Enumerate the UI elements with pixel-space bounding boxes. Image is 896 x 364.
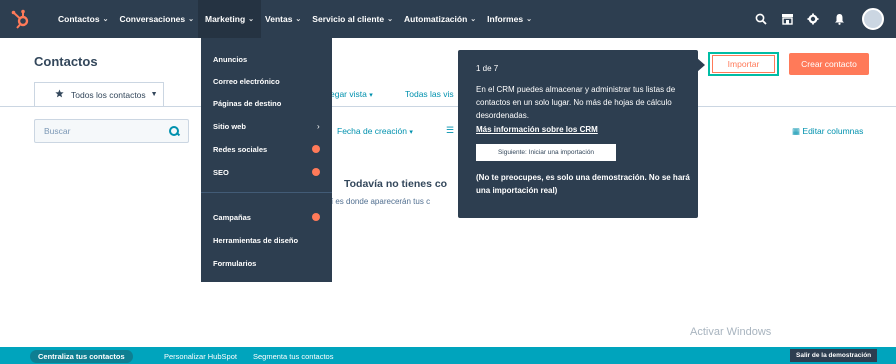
demo-step-segment[interactable]: Segmenta tus contactos [253,352,333,361]
chevron-down-icon: ⌄ [470,16,477,23]
avatar[interactable] [862,8,884,30]
menu-item-campaigns[interactable]: Campañas [213,213,251,222]
tour-popover: 1 de 7 En el CRM puedes almacenar y admi… [458,50,698,218]
chevron-down-icon: ▾ [369,92,373,99]
popover-pointer [697,58,705,72]
nav-ventas[interactable]: Ventas ⌄ [265,0,301,38]
menu-item-landing-pages[interactable]: Páginas de destino [213,99,281,108]
chevron-down-icon: ⌄ [387,16,393,23]
menu-item-ads[interactable]: Anuncios [213,55,247,64]
create-contact-button[interactable]: Crear contacto [789,53,869,75]
nav-servicio[interactable]: Servicio al cliente ⌄ [312,0,393,38]
crm-info-link[interactable]: Más información sobre los CRM [476,125,598,134]
chevron-down-icon: ⌄ [295,16,302,23]
import-button-label: Importar [712,55,775,73]
demo-step-centralize[interactable]: Centraliza tus contactos [30,350,133,363]
bell-icon[interactable] [826,0,852,38]
tab-all-contacts[interactable]: Todos los contactos ▼ [34,82,164,106]
add-view-tab[interactable]: egar vista ▾ [330,89,373,99]
menu-divider [201,192,332,193]
hubspot-logo-icon[interactable] [10,8,32,30]
marketing-dropdown-menu: Anuncios Correo electrónico Páginas de d… [201,38,332,282]
edit-columns-button[interactable]: ▦ Editar columnas [792,126,863,137]
filter-icon[interactable]: ☰ [446,125,454,136]
import-button[interactable]: Importar [708,52,779,76]
search-icon[interactable] [169,126,179,136]
nav-ventas-label: Ventas [265,14,293,24]
empty-state-subtitle: quí es donde aparecerán tus c [322,197,431,206]
tour-step-counter: 1 de 7 [476,64,499,73]
menu-item-social[interactable]: Redes sociales [213,145,267,154]
nav-marketing-label: Marketing [204,14,246,24]
columns-icon: ▦ [792,126,801,136]
demo-step-customize[interactable]: Personalizar HubSpot [164,352,237,361]
nav-automatizacion-label: Automatización [404,14,468,24]
nav-informes-label: Informes [487,14,524,24]
star-icon [55,89,64,100]
nav-contactos[interactable]: Contactos ⌄ [58,0,108,38]
nav-informes[interactable]: Informes ⌄ [487,0,532,38]
next-import-button[interactable]: Siguiente: Iniciar una importación [476,144,616,161]
search-icon[interactable] [748,0,774,38]
tabs-divider [0,106,896,107]
menu-item-email[interactable]: Correo electrónico [213,77,280,86]
main-nav: Contactos ⌄ Conversaciones ⌄ Marketing ⌄ Ve… [58,0,543,38]
creation-date-filter[interactable]: Fecha de creación ▾ [337,126,413,136]
chevron-right-icon: › [317,122,320,131]
search-box [34,119,189,143]
add-view-label: egar vista [330,89,367,99]
edit-columns-label: Editar columnas [802,126,864,136]
demo-bottom-bar: Centraliza tus contactos Personalizar Hu… [0,347,896,364]
menu-item-seo[interactable]: SEO [213,168,229,177]
all-views-tab[interactable]: Todas las vis [405,89,454,99]
page-title: Contactos [34,54,98,69]
tour-body-text: En el CRM puedes almacenar y administrar… [476,85,676,120]
nav-conversaciones-label: Conversaciones [119,14,186,24]
creation-date-label: Fecha de creación [337,126,407,136]
chevron-down-icon: ⌄ [248,16,255,23]
gear-icon[interactable] [800,0,826,38]
chevron-down-icon: ▾ [409,129,413,136]
menu-item-forms[interactable]: Formularios [213,259,256,268]
chevron-down-icon: ⌄ [188,16,194,23]
empty-state-title: Todavía no tienes co [344,178,448,190]
chevron-down-icon: ⌄ [102,16,109,23]
caret-down-icon: ▼ [150,91,158,98]
nav-conversaciones[interactable]: Conversaciones ⌄ [119,0,194,38]
exit-demo-button[interactable]: Salir de la demostración [790,349,878,362]
notification-dot-icon [312,213,320,221]
nav-contactos-label: Contactos [58,14,100,24]
search-input[interactable] [44,126,154,136]
tab-all-contacts-label: Todos los contactos [71,89,146,100]
nav-automatizacion[interactable]: Automatización ⌄ [404,0,476,38]
nav-utilities [748,0,896,38]
nav-servicio-label: Servicio al cliente [312,14,385,24]
notification-dot-icon [312,145,320,153]
notification-dot-icon [312,168,320,176]
marketplace-icon[interactable] [774,0,800,38]
chevron-down-icon: ⌄ [526,16,532,23]
windows-activation-watermark: Activar Windows [690,326,772,338]
menu-item-website[interactable]: Sitio web [213,122,246,131]
tour-demo-note: (No te preocupes, es solo una demostraci… [476,173,690,195]
nav-marketing[interactable]: Marketing ⌄ [197,0,262,38]
top-navigation-bar: Contactos ⌄ Conversaciones ⌄ Marketing ⌄ Ve… [0,0,896,38]
menu-item-design-tools[interactable]: Herramientas de diseño [213,236,298,245]
